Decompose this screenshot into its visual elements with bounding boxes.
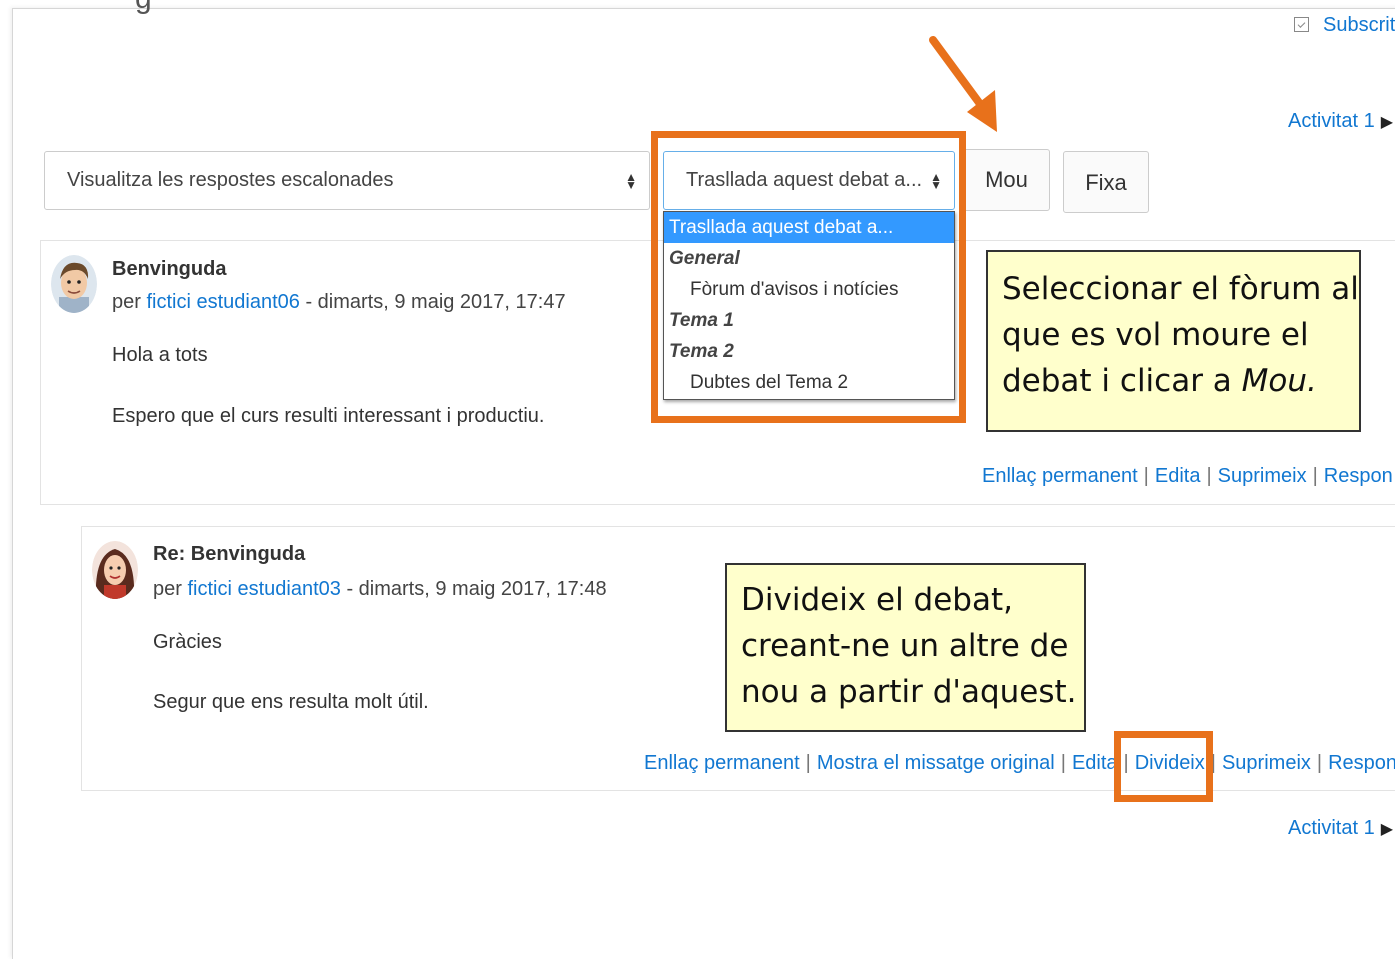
select-arrows-icon: ▲ ▼ [625, 169, 637, 192]
post-paragraph: Gràcies [153, 631, 222, 653]
note-line-text: debat i clicar a [1002, 363, 1232, 399]
reply-link[interactable]: Respon [1324, 465, 1393, 487]
split-link-highlight [1114, 731, 1213, 802]
post-paragraph: Espero que el curs resulti interessant i… [112, 405, 545, 427]
next-activity-label: Activitat 1 [1288, 817, 1375, 839]
post-paragraph: Hola a tots [112, 344, 208, 366]
separator: | [1316, 752, 1323, 774]
play-arrow-icon: ▶ [1380, 114, 1394, 131]
permalink-link[interactable]: Enllaç permanent [644, 752, 800, 774]
post-subject: Benvinguda [112, 258, 227, 280]
note-line: Seleccionar el fòrum al [1002, 271, 1359, 307]
edit-link[interactable]: Edita [1155, 465, 1201, 487]
avatar [51, 255, 97, 313]
separator: | [1143, 465, 1149, 487]
post-date: - dimarts, 9 maig 2017, 17:47 [305, 291, 566, 313]
post-commands: Enllaç permanent | Mostra el missatge orig… [644, 752, 1395, 775]
byline-prefix: per [112, 291, 141, 313]
separator: | [1060, 752, 1066, 774]
split-instruction-note: Divideix el debat, creant-ne un altre de… [725, 563, 1086, 732]
edit-link[interactable]: Edita [1072, 752, 1118, 774]
pointer-arrow-icon [929, 36, 997, 132]
page-title: g [135, 0, 152, 16]
pin-button[interactable]: Fixa [1063, 151, 1149, 213]
display-mode-select[interactable]: Visualitza les respostes escalonades ▲ ▼ [44, 151, 650, 210]
play-arrow-icon: ▶ [1380, 821, 1394, 838]
post-subject: Re: Benvinguda [153, 543, 306, 565]
post-byline: per fictici estudiant03 - dimarts, 9 mai… [153, 578, 607, 601]
checkbox-icon[interactable] [1294, 17, 1309, 32]
subscribe-toggle[interactable]: Subscrit [1294, 14, 1395, 37]
note-line: que es vol moure el [1002, 317, 1309, 353]
next-activity-link-bottom[interactable]: Activitat 1 ▶ [1288, 817, 1393, 840]
author-link[interactable]: fictici estudiant03 [187, 578, 340, 600]
move-select-highlight [651, 131, 966, 423]
separator: | [805, 752, 811, 774]
delete-link[interactable]: Suprimeix [1218, 465, 1307, 487]
note-emphasis: Mou. [1241, 363, 1317, 399]
post-byline: per fictici estudiant06 - dimarts, 9 mai… [112, 291, 566, 314]
delete-link[interactable]: Suprimeix [1222, 752, 1311, 774]
author-link[interactable]: fictici estudiant06 [146, 291, 299, 313]
note-line: creant-ne un altre de [741, 628, 1069, 664]
display-mode-value: Visualitza les respostes escalonades [67, 169, 394, 191]
avatar [92, 541, 138, 599]
move-button[interactable]: Mou [963, 149, 1050, 211]
byline-prefix: per [153, 578, 182, 600]
show-original-link[interactable]: Mostra el missatge original [817, 752, 1055, 774]
post-paragraph: Segur que ens resulta molt útil. [153, 691, 429, 713]
permalink-link[interactable]: Enllaç permanent [982, 465, 1138, 487]
reply-link[interactable]: Respon [1328, 752, 1395, 774]
post-commands: Enllaç permanent | Edita | Suprimeix | Respon [982, 465, 1393, 488]
note-line: Divideix el debat, [741, 582, 1013, 618]
separator: | [1206, 465, 1212, 487]
next-activity-label: Activitat 1 [1288, 110, 1375, 132]
note-line: debat i clicar a Mou. [1002, 358, 1345, 404]
post-date: - dimarts, 9 maig 2017, 17:48 [346, 578, 607, 600]
separator: | [1312, 465, 1318, 487]
move-instruction-note: Seleccionar el fòrum al que es vol moure… [986, 250, 1361, 432]
note-line: nou a partir d'aquest. [741, 674, 1077, 710]
subscribe-label: Subscrit [1323, 14, 1395, 36]
next-activity-link-top[interactable]: Activitat 1 ▶ [1288, 110, 1393, 133]
